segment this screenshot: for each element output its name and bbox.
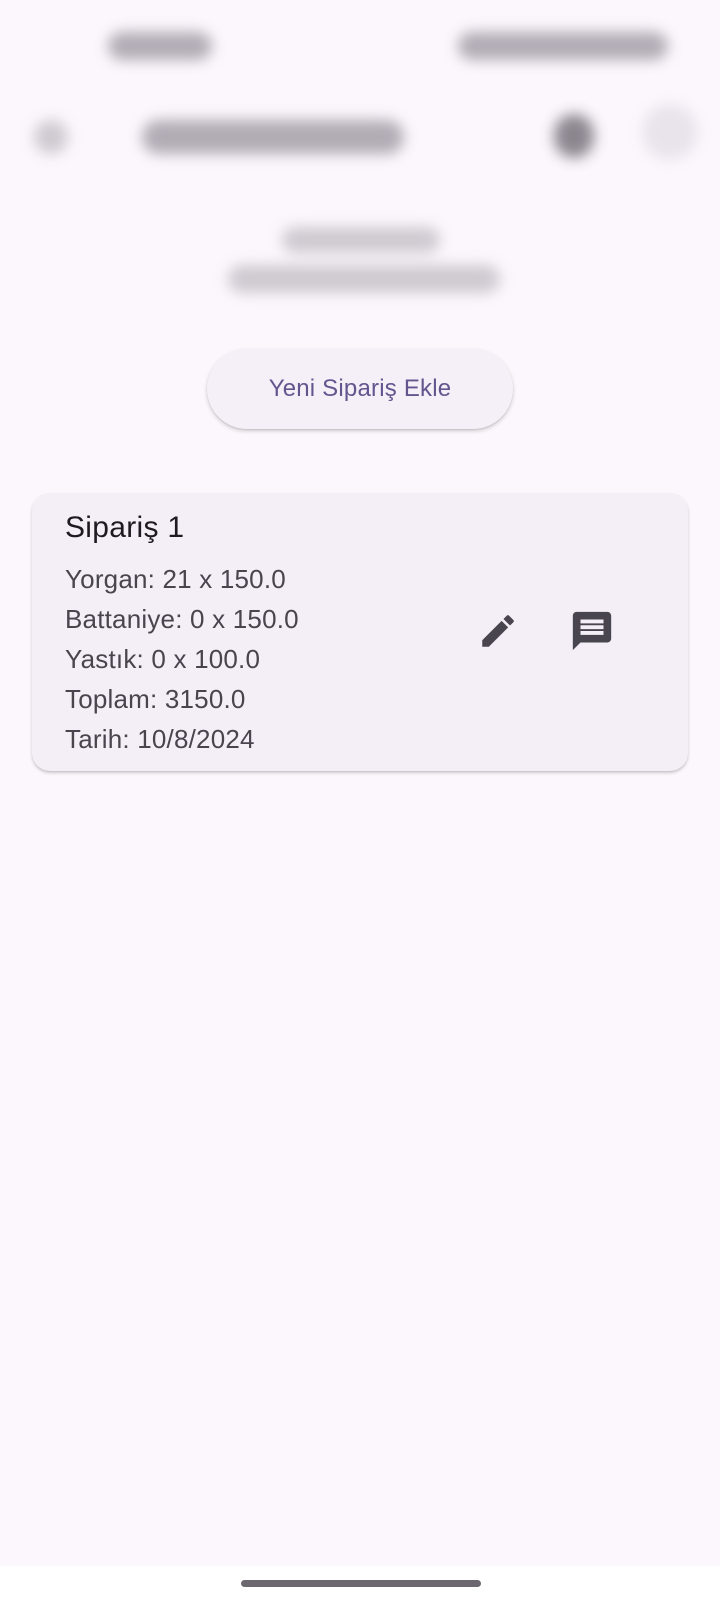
- status-time: [108, 32, 212, 60]
- order-line-quilt: Yorgan: 21 x 150.0: [65, 564, 286, 594]
- order-line-date: Tarih: 10/8/2024: [65, 724, 255, 754]
- add-order-button[interactable]: Yeni Sipariş Ekle: [207, 349, 513, 429]
- customer-info: [0, 215, 720, 305]
- edit-order-button[interactable]: [470, 603, 526, 659]
- back-icon[interactable]: [34, 120, 68, 154]
- status-icons: [458, 32, 668, 60]
- pencil-icon: [482, 615, 514, 647]
- comment-icon: [572, 611, 612, 651]
- order-title: Sipariş 1: [65, 511, 185, 544]
- message-order-button[interactable]: [564, 603, 620, 659]
- app-bar: [0, 90, 720, 180]
- order-card: Sipariş 1 Yorgan: 21 x 150.0 Battaniye: …: [32, 493, 688, 771]
- customer-line-2: [228, 265, 500, 293]
- app-bar-title: [142, 120, 404, 154]
- customer-line-1: [282, 227, 440, 253]
- gesture-bar[interactable]: [241, 1580, 481, 1587]
- action-icon[interactable]: [554, 114, 594, 158]
- order-line-pillow: Yastık: 0 x 100.0: [65, 644, 261, 674]
- add-order-button-label: Yeni Sipariş Ekle: [268, 375, 452, 402]
- order-details: Yorgan: 21 x 150.0 Battaniye: 0 x 150.0 …: [65, 559, 299, 759]
- menu-icon[interactable]: [642, 104, 698, 160]
- order-line-total: Toplam: 3150.0: [65, 684, 246, 714]
- order-line-blanket: Battaniye: 0 x 150.0: [65, 604, 299, 634]
- status-bar: [0, 0, 720, 90]
